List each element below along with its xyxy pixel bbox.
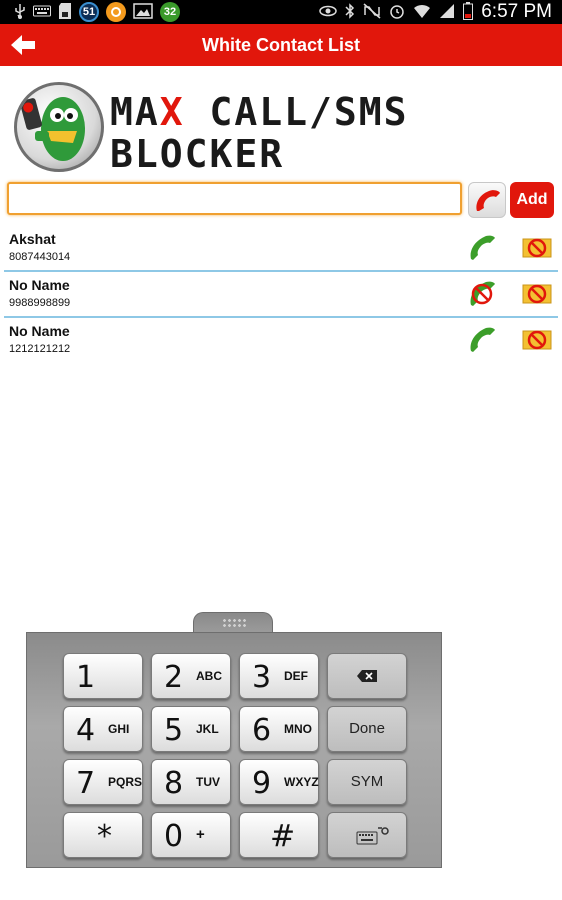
pick-contact-button[interactable] bbox=[468, 182, 506, 218]
backspace-icon bbox=[356, 669, 378, 688]
key-9[interactable]: 9 WXYZ bbox=[239, 759, 319, 805]
key-7[interactable]: 7 PQRS bbox=[63, 759, 143, 805]
status-bar: 51 32 6:57 PM bbox=[0, 0, 562, 24]
notification-32-badge: 32 bbox=[160, 2, 180, 22]
contact-number: 8087443014 bbox=[9, 251, 71, 263]
block-sms-icon[interactable] bbox=[521, 235, 553, 261]
battery-icon bbox=[463, 2, 474, 22]
orange-app-icon bbox=[106, 2, 126, 22]
usb-icon bbox=[14, 3, 26, 21]
sd-card-icon bbox=[58, 2, 72, 22]
key-8[interactable]: 8 TUV bbox=[151, 759, 231, 805]
logo-line-1: MAX CALL/SMS bbox=[110, 90, 409, 134]
key-4[interactable]: 4 GHI bbox=[63, 706, 143, 752]
block-sms-icon[interactable] bbox=[521, 327, 553, 353]
list-item[interactable]: Akshat 8087443014 bbox=[0, 226, 562, 272]
contact-list: Akshat 8087443014 No Name 9988998899 No … bbox=[0, 226, 562, 364]
key-1[interactable]: 1 bbox=[63, 653, 143, 699]
app-logo bbox=[14, 82, 104, 172]
backspace-key[interactable] bbox=[327, 653, 407, 699]
keypad-drag-handle[interactable] bbox=[193, 612, 273, 634]
logo-line-2: BLOCKER bbox=[110, 132, 285, 176]
sym-key[interactable]: SYM bbox=[327, 759, 407, 805]
back-arrow-icon[interactable] bbox=[10, 34, 36, 56]
key-5[interactable]: 5 JKL bbox=[151, 706, 231, 752]
bluetooth-icon bbox=[345, 3, 355, 21]
add-button[interactable]: Add bbox=[510, 182, 554, 218]
key-hash[interactable]: # bbox=[239, 812, 319, 858]
phone-blocked-icon[interactable] bbox=[466, 279, 498, 309]
keyboard-settings-icon bbox=[356, 826, 390, 851]
page-title: White Contact List bbox=[202, 34, 360, 55]
key-2[interactable]: 2 ABC bbox=[151, 653, 231, 699]
add-number-row: Add bbox=[7, 182, 555, 218]
numeric-keypad: 1 2 ABC 3 DEF 4 GHI 5 JKL 6 MNO Done 7 PQRS 8T… bbox=[26, 632, 442, 868]
contact-name: No Name bbox=[9, 277, 70, 293]
phone-allowed-icon[interactable] bbox=[466, 325, 498, 355]
gallery-icon bbox=[133, 3, 153, 21]
header-bar: White Contact List bbox=[0, 24, 562, 66]
key-star[interactable]: * bbox=[63, 812, 143, 858]
wifi-icon bbox=[413, 3, 431, 21]
key-6[interactable]: 6 MNO bbox=[239, 706, 319, 752]
contact-name: Akshat bbox=[9, 231, 56, 247]
contact-number: 9988998899 bbox=[9, 297, 71, 309]
phone-number-input[interactable] bbox=[7, 182, 462, 215]
clock-time: 6:57 PM bbox=[481, 1, 552, 22]
notification-51-badge: 51 bbox=[79, 2, 99, 22]
mute-icon bbox=[363, 3, 381, 21]
list-item[interactable]: No Name 9988998899 bbox=[0, 272, 562, 318]
key-3[interactable]: 3 DEF bbox=[239, 653, 319, 699]
alarm-icon bbox=[389, 3, 405, 21]
block-sms-icon[interactable] bbox=[521, 281, 553, 307]
contact-number: 1212121212 bbox=[9, 343, 71, 355]
mascot-logo-icon bbox=[14, 82, 104, 172]
eye-icon bbox=[319, 5, 337, 19]
phone-allowed-icon[interactable] bbox=[466, 233, 498, 263]
key-0[interactable]: 0 + bbox=[151, 812, 231, 858]
done-key[interactable]: Done bbox=[327, 706, 407, 752]
list-item[interactable]: No Name 1212121212 bbox=[0, 318, 562, 364]
signal-icon bbox=[439, 3, 455, 21]
keyboard-settings-key[interactable] bbox=[327, 812, 407, 858]
contact-name: No Name bbox=[9, 323, 70, 339]
keyboard-icon bbox=[33, 5, 51, 19]
